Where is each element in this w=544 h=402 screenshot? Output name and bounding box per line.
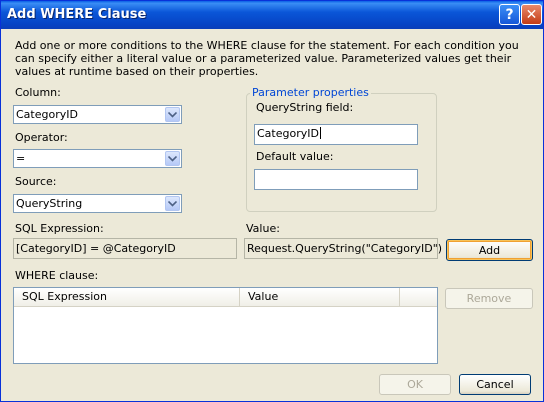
- source-dropdown[interactable]: QueryString: [13, 194, 182, 213]
- chevron-down-icon[interactable]: [165, 196, 180, 211]
- column-header-sql-expression[interactable]: SQL Expression: [14, 288, 240, 306]
- ok-button[interactable]: OK: [379, 374, 451, 395]
- default-value-label: Default value:: [256, 150, 334, 163]
- help-icon: ?: [505, 6, 514, 23]
- value-field-value: Request.QueryString("CategoryID"): [247, 242, 443, 255]
- column-value: CategoryID: [16, 108, 78, 121]
- value-field[interactable]: Request.QueryString("CategoryID"): [244, 238, 442, 259]
- column-label: Column:: [15, 86, 61, 99]
- sql-expression-field[interactable]: [CategoryID] = @CategoryID: [13, 238, 237, 259]
- dialog-title: Add WHERE Clause: [7, 7, 147, 22]
- chevron-down-icon[interactable]: [165, 107, 180, 122]
- description-text: Add one or more conditions to the WHERE …: [15, 39, 519, 78]
- source-value: QueryString: [16, 197, 83, 210]
- parameter-properties-legend: Parameter properties: [250, 86, 371, 99]
- operator-dropdown[interactable]: =: [13, 149, 182, 168]
- remove-button[interactable]: Remove: [445, 288, 533, 309]
- querystring-field-input[interactable]: CategoryID: [254, 124, 418, 145]
- add-button[interactable]: Add: [446, 239, 533, 261]
- chevron-down-icon[interactable]: [165, 151, 180, 166]
- default-value-input[interactable]: [254, 169, 418, 190]
- title-bar[interactable]: Add WHERE Clause ? ✕: [1, 1, 543, 29]
- source-label: Source:: [15, 175, 57, 188]
- value-label: Value:: [246, 222, 280, 235]
- dialog-body: Add one or more conditions to the WHERE …: [1, 29, 543, 401]
- column-header-value[interactable]: Value: [240, 288, 400, 306]
- close-button[interactable]: ✕: [521, 4, 542, 25]
- column-dropdown[interactable]: CategoryID: [13, 105, 182, 124]
- sql-expression-label: SQL Expression:: [15, 222, 104, 235]
- querystring-field-value: CategoryID: [257, 127, 319, 140]
- cancel-button[interactable]: Cancel: [459, 374, 531, 395]
- querystring-field-label: QueryString field:: [256, 101, 354, 114]
- close-icon: ✕: [525, 6, 538, 23]
- where-clause-label: WHERE clause:: [15, 269, 99, 282]
- help-button[interactable]: ?: [499, 4, 520, 25]
- where-clause-list[interactable]: SQL Expression Value: [13, 287, 438, 364]
- operator-label: Operator:: [15, 131, 68, 144]
- list-header: SQL Expression Value: [14, 288, 437, 307]
- dialog-window: Add WHERE Clause ? ✕ Add one or more con…: [0, 0, 544, 402]
- operator-value: =: [16, 152, 26, 165]
- sql-expression-value: [CategoryID] = @CategoryID: [16, 242, 176, 255]
- text-caret: [319, 127, 321, 139]
